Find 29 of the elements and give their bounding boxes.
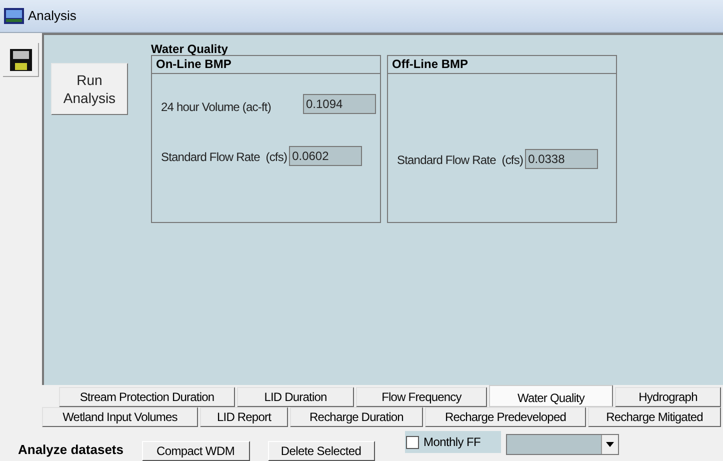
tab[interactable]: Recharge Mitigated [588,407,721,427]
field-label: 24 hour Volume (ac-ft) [161,99,272,116]
tab[interactable]: LID Report [200,407,288,427]
value-field[interactable]: 0.0338 [525,149,598,169]
tab[interactable]: Flow Frequency [356,387,487,407]
action-button[interactable]: Compact WDM [142,441,250,461]
window-title: Analysis [28,7,76,26]
monthly-ff-checkbox[interactable]: Monthly FF [404,431,500,453]
value-field[interactable]: 0.1094 [303,94,376,114]
tab[interactable]: Stream Protection Duration [59,387,235,407]
dropdown[interactable] [506,434,618,455]
field-label: Standard Flow Rate (cfs) [161,149,288,166]
section-title: Water Quality [151,41,229,55]
field-label: Standard Flow Rate (cfs) [397,152,524,169]
group-title: Off-Line BMP [388,56,616,74]
app-icon [4,8,24,24]
value-field[interactable]: 0.0602 [289,146,362,166]
tab[interactable]: LID Duration [237,387,354,407]
tab[interactable]: Recharge Duration [290,407,423,427]
tab[interactable]: Water Quality [489,385,613,407]
tab[interactable]: Wetland Input Volumes [42,407,198,427]
tab[interactable]: Hydrograph [615,387,721,407]
tab[interactable]: Recharge Predeveloped [425,407,586,427]
action-button[interactable]: Delete Selected [268,441,374,461]
group-title: On-Line BMP [152,56,380,74]
dropdown-arrow-icon [606,442,614,447]
bottom-label: Analyze datasets [18,441,124,460]
save-button[interactable] [3,43,39,77]
run-analysis-button[interactable]: Run Analysis [51,63,128,115]
